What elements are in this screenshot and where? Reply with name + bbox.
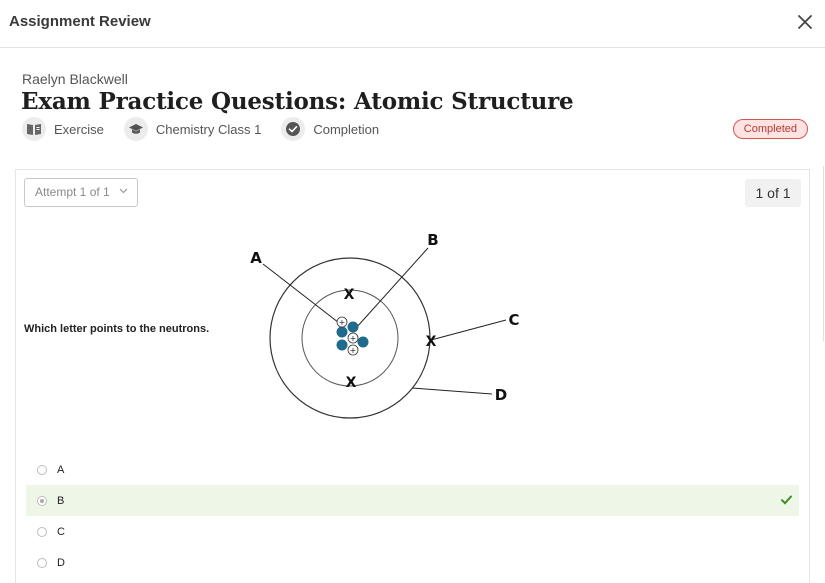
radio-button[interactable] <box>37 495 47 506</box>
meta-grading-label: Completion <box>313 121 380 137</box>
electron-mark: X <box>346 375 357 391</box>
question-text: Which letter points to the neutrons. <box>24 323 210 335</box>
checkmark-icon <box>781 495 792 505</box>
electron-mark: X <box>344 287 355 303</box>
assignment-title: Exam Practice Questions: Atomic Structur… <box>21 88 574 115</box>
answer-options: A B C D <box>26 454 799 578</box>
answer-option-a[interactable]: A <box>26 454 799 485</box>
modal-title: Assignment Review <box>9 13 151 30</box>
answer-option-label: D <box>57 556 65 569</box>
answer-option-b[interactable]: B <box>26 485 799 516</box>
answer-option-label: B <box>57 494 65 507</box>
assignment-meta: Exercise Chemistry Class 1 Completion <box>22 116 399 142</box>
attempt-select[interactable]: Attempt 1 of 1 <box>24 178 138 207</box>
check-circle-icon <box>281 117 306 141</box>
diagram-label-a: A <box>250 249 262 267</box>
radio-button[interactable] <box>37 557 47 568</box>
electron-mark: X <box>426 334 437 350</box>
meta-type-label: Exercise <box>54 121 104 137</box>
question-pager: 1 of 1 <box>745 179 801 207</box>
answer-option-label: A <box>57 463 65 476</box>
attempt-select-label: Attempt 1 of 1 <box>35 185 110 199</box>
graduation-cap-icon <box>123 117 148 141</box>
meta-grading: Completion <box>281 117 379 141</box>
nucleus: + + + <box>336 316 369 356</box>
meta-class-label: Chemistry Class 1 <box>155 121 262 137</box>
answer-option-d[interactable]: D <box>26 547 799 578</box>
student-name: Raelyn Blackwell <box>22 71 128 87</box>
top-bar: Assignment Review <box>0 0 825 48</box>
status-badge: Completed <box>732 119 808 139</box>
svg-text:+: + <box>350 334 357 343</box>
chevron-down-icon <box>119 188 128 194</box>
svg-text:+: + <box>339 318 346 327</box>
answer-option-label: C <box>57 525 65 538</box>
meta-class: Chemistry Class 1 <box>123 117 262 141</box>
atom-diagram: + + + X X X A B C D <box>250 231 520 419</box>
radio-button[interactable] <box>37 464 47 475</box>
diagram-labels: A B C D <box>250 231 519 404</box>
radio-button[interactable] <box>37 526 47 537</box>
book-icon <box>22 117 46 141</box>
diagram-label-b: B <box>427 231 438 249</box>
answer-option-c[interactable]: C <box>26 516 799 547</box>
diagram-label-c: C <box>508 311 519 329</box>
meta-type: Exercise <box>22 117 104 141</box>
svg-text:+: + <box>350 346 357 355</box>
diagram-label-d: D <box>495 386 507 404</box>
scrollbar-edge <box>823 166 824 341</box>
close-icon[interactable] <box>795 12 815 32</box>
pointer-lines <box>262 247 507 395</box>
